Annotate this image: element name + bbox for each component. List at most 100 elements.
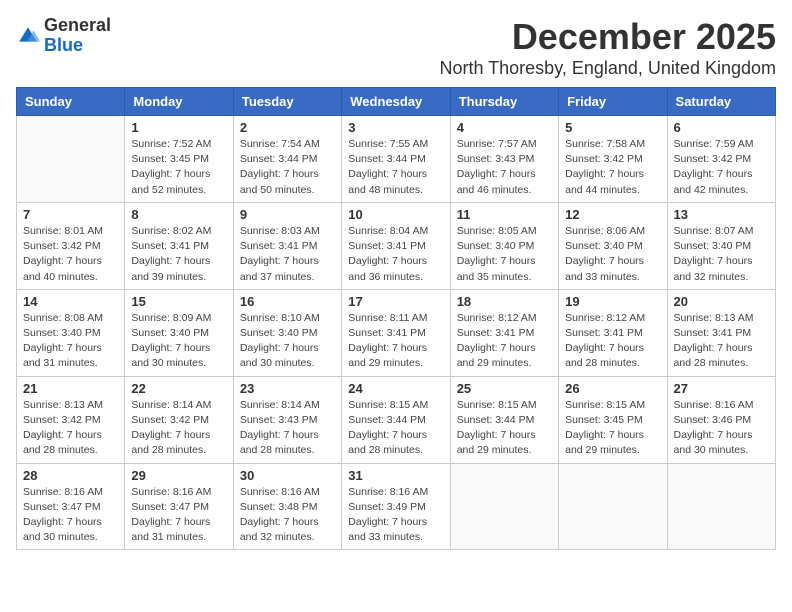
day-info: Sunrise: 7:59 AMSunset: 3:42 PMDaylight:…	[674, 137, 769, 198]
day-info: Sunrise: 7:54 AMSunset: 3:44 PMDaylight:…	[240, 137, 335, 198]
day-info: Sunrise: 8:01 AMSunset: 3:42 PMDaylight:…	[23, 224, 118, 285]
day-number: 11	[457, 207, 552, 222]
day-info: Sunrise: 7:58 AMSunset: 3:42 PMDaylight:…	[565, 137, 660, 198]
day-number: 23	[240, 381, 335, 396]
calendar-cell: 5 Sunrise: 7:58 AMSunset: 3:42 PMDaylight…	[559, 116, 667, 203]
day-info: Sunrise: 8:06 AMSunset: 3:40 PMDaylight:…	[565, 224, 660, 285]
day-number: 30	[240, 468, 335, 483]
day-info: Sunrise: 8:16 AMSunset: 3:47 PMDaylight:…	[23, 485, 118, 546]
weekday-header-friday: Friday	[559, 88, 667, 116]
day-number: 22	[131, 381, 226, 396]
calendar-cell: 9Sunrise: 8:03 AMSunset: 3:41 PMDaylight…	[233, 202, 341, 289]
day-number: 26	[565, 381, 660, 396]
day-info: Sunrise: 8:14 AMSunset: 3:43 PMDaylight:…	[240, 398, 335, 459]
calendar-cell: 20 Sunrise: 8:13 AMSunset: 3:41 PMDayligh…	[667, 289, 775, 376]
day-number: 14	[23, 294, 118, 309]
location-title: North Thoresby, England, United Kingdom	[439, 58, 776, 79]
day-info: Sunrise: 8:14 AMSunset: 3:42 PMDaylight:…	[131, 398, 226, 459]
day-number: 24	[348, 381, 443, 396]
day-number: 29	[131, 468, 226, 483]
weekday-header-wednesday: Wednesday	[342, 88, 450, 116]
day-number: 19	[565, 294, 660, 309]
day-info: Sunrise: 7:55 AMSunset: 3:44 PMDaylight:…	[348, 137, 443, 198]
month-title: December 2025	[439, 16, 776, 58]
day-info: Sunrise: 8:09 AMSunset: 3:40 PMDaylight:…	[131, 311, 226, 372]
calendar: SundayMondayTuesdayWednesdayThursdayFrid…	[16, 87, 776, 550]
week-row-4: 21Sunrise: 8:13 AMSunset: 3:42 PMDayligh…	[17, 376, 776, 463]
calendar-cell: 6 Sunrise: 7:59 AMSunset: 3:42 PMDaylight…	[667, 116, 775, 203]
calendar-cell: 3 Sunrise: 7:55 AMSunset: 3:44 PMDaylight…	[342, 116, 450, 203]
day-number: 27	[674, 381, 769, 396]
logo-text: General Blue	[44, 16, 111, 56]
week-row-2: 7 Sunrise: 8:01 AMSunset: 3:42 PMDaylight…	[17, 202, 776, 289]
day-number: 6	[674, 120, 769, 135]
calendar-cell: 17Sunrise: 8:11 AMSunset: 3:41 PMDayligh…	[342, 289, 450, 376]
weekday-header-sunday: Sunday	[17, 88, 125, 116]
logo-icon	[16, 24, 40, 48]
calendar-cell: 28Sunrise: 8:16 AMSunset: 3:47 PMDayligh…	[17, 463, 125, 550]
calendar-cell: 8 Sunrise: 8:02 AMSunset: 3:41 PMDaylight…	[125, 202, 233, 289]
day-info: Sunrise: 8:13 AMSunset: 3:41 PMDaylight:…	[674, 311, 769, 372]
day-number: 8	[131, 207, 226, 222]
calendar-cell: 29Sunrise: 8:16 AMSunset: 3:47 PMDayligh…	[125, 463, 233, 550]
calendar-cell: 24 Sunrise: 8:15 AMSunset: 3:44 PMDayligh…	[342, 376, 450, 463]
calendar-cell: 1 Sunrise: 7:52 AMSunset: 3:45 PMDaylight…	[125, 116, 233, 203]
weekday-header-saturday: Saturday	[667, 88, 775, 116]
weekday-header-thursday: Thursday	[450, 88, 558, 116]
day-number: 12	[565, 207, 660, 222]
calendar-cell	[559, 463, 667, 550]
calendar-cell: 26 Sunrise: 8:15 AMSunset: 3:45 PMDayligh…	[559, 376, 667, 463]
day-info: Sunrise: 8:03 AMSunset: 3:41 PMDaylight:…	[240, 224, 335, 285]
day-info: Sunrise: 8:15 AMSunset: 3:44 PMDaylight:…	[348, 398, 443, 459]
title-area: December 2025 North Thoresby, England, U…	[439, 16, 776, 79]
day-number: 10	[348, 207, 443, 222]
day-number: 20	[674, 294, 769, 309]
calendar-cell: 13 Sunrise: 8:07 AMSunset: 3:40 PMDayligh…	[667, 202, 775, 289]
calendar-cell: 2 Sunrise: 7:54 AMSunset: 3:44 PMDaylight…	[233, 116, 341, 203]
calendar-cell: 10Sunrise: 8:04 AMSunset: 3:41 PMDayligh…	[342, 202, 450, 289]
day-info: Sunrise: 7:52 AMSunset: 3:45 PMDaylight:…	[131, 137, 226, 198]
calendar-cell: 30 Sunrise: 8:16 AMSunset: 3:48 PMDayligh…	[233, 463, 341, 550]
day-info: Sunrise: 7:57 AMSunset: 3:43 PMDaylight:…	[457, 137, 552, 198]
day-number: 3	[348, 120, 443, 135]
day-info: Sunrise: 8:16 AMSunset: 3:46 PMDaylight:…	[674, 398, 769, 459]
day-info: Sunrise: 8:16 AMSunset: 3:48 PMDaylight:…	[240, 485, 335, 546]
day-number: 17	[348, 294, 443, 309]
day-number: 25	[457, 381, 552, 396]
day-number: 18	[457, 294, 552, 309]
calendar-cell: 18 Sunrise: 8:12 AMSunset: 3:41 PMDayligh…	[450, 289, 558, 376]
day-number: 2	[240, 120, 335, 135]
day-info: Sunrise: 8:05 AMSunset: 3:40 PMDaylight:…	[457, 224, 552, 285]
day-number: 5	[565, 120, 660, 135]
day-number: 1	[131, 120, 226, 135]
calendar-cell: 14 Sunrise: 8:08 AMSunset: 3:40 PMDayligh…	[17, 289, 125, 376]
calendar-cell	[17, 116, 125, 203]
week-row-3: 14 Sunrise: 8:08 AMSunset: 3:40 PMDayligh…	[17, 289, 776, 376]
calendar-cell: 15Sunrise: 8:09 AMSunset: 3:40 PMDayligh…	[125, 289, 233, 376]
day-info: Sunrise: 8:07 AMSunset: 3:40 PMDaylight:…	[674, 224, 769, 285]
calendar-cell: 31 Sunrise: 8:16 AMSunset: 3:49 PMDayligh…	[342, 463, 450, 550]
calendar-cell: 22 Sunrise: 8:14 AMSunset: 3:42 PMDayligh…	[125, 376, 233, 463]
day-info: Sunrise: 8:13 AMSunset: 3:42 PMDaylight:…	[23, 398, 118, 459]
calendar-cell: 19Sunrise: 8:12 AMSunset: 3:41 PMDayligh…	[559, 289, 667, 376]
calendar-cell: 27 Sunrise: 8:16 AMSunset: 3:46 PMDayligh…	[667, 376, 775, 463]
day-number: 31	[348, 468, 443, 483]
day-info: Sunrise: 8:12 AMSunset: 3:41 PMDaylight:…	[457, 311, 552, 372]
week-row-5: 28Sunrise: 8:16 AMSunset: 3:47 PMDayligh…	[17, 463, 776, 550]
day-info: Sunrise: 8:15 AMSunset: 3:45 PMDaylight:…	[565, 398, 660, 459]
calendar-cell: 12 Sunrise: 8:06 AMSunset: 3:40 PMDayligh…	[559, 202, 667, 289]
day-number: 7	[23, 207, 118, 222]
day-number: 16	[240, 294, 335, 309]
day-info: Sunrise: 8:02 AMSunset: 3:41 PMDaylight:…	[131, 224, 226, 285]
day-info: Sunrise: 8:10 AMSunset: 3:40 PMDaylight:…	[240, 311, 335, 372]
weekday-header-tuesday: Tuesday	[233, 88, 341, 116]
day-info: Sunrise: 8:16 AMSunset: 3:49 PMDaylight:…	[348, 485, 443, 546]
day-number: 13	[674, 207, 769, 222]
logo: General Blue	[16, 16, 111, 56]
calendar-cell: 23 Sunrise: 8:14 AMSunset: 3:43 PMDayligh…	[233, 376, 341, 463]
weekday-header-monday: Monday	[125, 88, 233, 116]
day-info: Sunrise: 8:08 AMSunset: 3:40 PMDaylight:…	[23, 311, 118, 372]
calendar-cell: 16 Sunrise: 8:10 AMSunset: 3:40 PMDayligh…	[233, 289, 341, 376]
calendar-cell: 25Sunrise: 8:15 AMSunset: 3:44 PMDayligh…	[450, 376, 558, 463]
calendar-cell	[450, 463, 558, 550]
